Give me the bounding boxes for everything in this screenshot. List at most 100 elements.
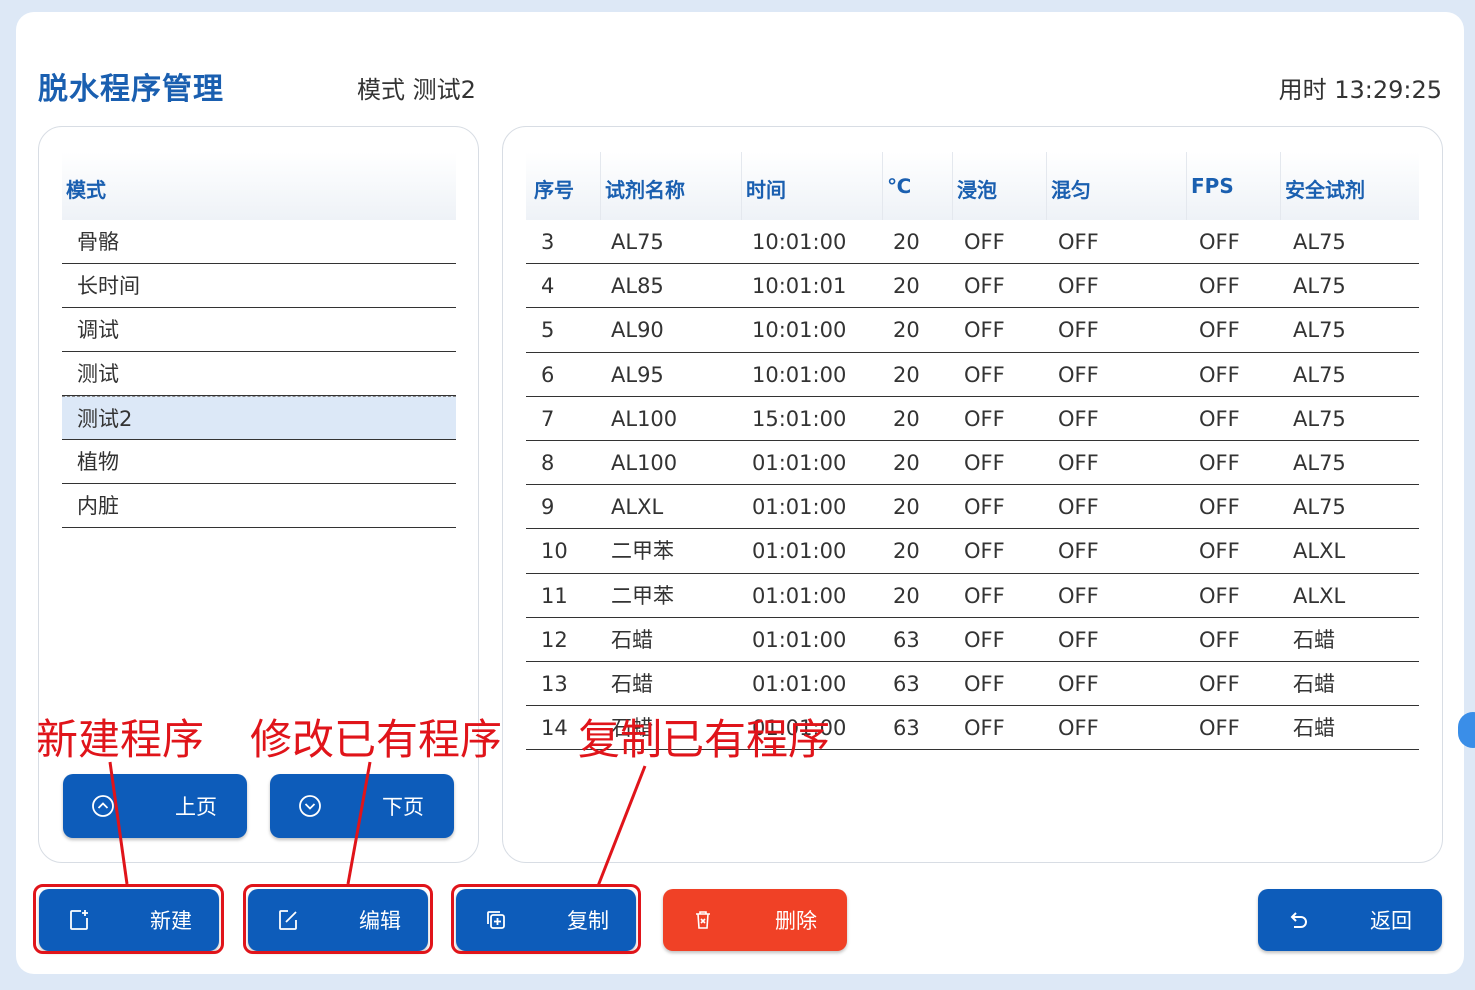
table-header-col-mix: 混匀	[1046, 152, 1186, 220]
annotation-text-edit: 修改已有程序	[250, 715, 503, 764]
table-row[interactable]: 5 AL90 10:01:00 20 OFF OFF OFF AL75	[526, 308, 1419, 353]
table-cell-col-reagent: 二甲苯	[611, 539, 674, 564]
table-cell-col-fps: OFF	[1199, 230, 1240, 254]
table-cell-col-seq: 8	[541, 450, 555, 475]
table-cell-col-seq: 10	[541, 539, 568, 564]
table-cell-col-soak: OFF	[964, 539, 1005, 564]
table-cell-col-fps: OFF	[1199, 450, 1240, 475]
mode-list-item[interactable]: 调试	[62, 308, 456, 352]
table-cell-col-mix: OFF	[1058, 362, 1099, 387]
mode-list-item[interactable]: 测试	[62, 352, 456, 396]
table-cell-col-seq: 3	[541, 230, 555, 254]
table-cell-col-seq: 11	[541, 583, 568, 608]
trash-icon	[696, 911, 710, 929]
back-button[interactable]: 返回	[1258, 889, 1442, 951]
table-cell-col-time: 10:01:01	[752, 274, 847, 299]
table-cell-col-safe-reagent: AL75	[1293, 362, 1346, 387]
table-header-col-safe-reagent: 安全试剂	[1280, 152, 1419, 220]
table-cell-col-fps: OFF	[1199, 495, 1240, 520]
table-cell-col-soak: OFF	[964, 406, 1005, 431]
table-cell-col-safe-reagent: 石蜡	[1293, 627, 1335, 652]
annotation-text-new: 新建程序	[36, 715, 205, 764]
table-cell-col-fps: OFF	[1199, 406, 1240, 431]
table-row[interactable]: 4 AL85 10:01:01 20 OFF OFF OFF AL75	[526, 264, 1419, 309]
table-cell-col-safe-reagent: ALXL	[1293, 539, 1346, 564]
annotation-box-new	[33, 884, 224, 954]
table-cell-col-mix: OFF	[1058, 318, 1099, 343]
table-cell-col-temp: 20	[893, 495, 920, 520]
table-cell-col-safe-reagent: 石蜡	[1293, 716, 1335, 741]
table-cell-col-soak: OFF	[964, 627, 1005, 652]
table-cell-col-temp: 20	[893, 230, 920, 254]
table-header-col-temp: ℃	[882, 152, 952, 220]
page-title: 脱水程序管理	[38, 72, 224, 107]
table-cell-col-seq: 13	[541, 671, 568, 696]
table-cell-col-reagent: AL75	[611, 230, 664, 254]
table-cell-col-reagent: 石蜡	[611, 627, 653, 652]
table-row[interactable]: 13 石蜡 01:01:00 63 OFF OFF OFF 石蜡	[526, 662, 1419, 707]
table-cell-col-seq: 7	[541, 406, 555, 431]
table-cell-col-safe-reagent: 石蜡	[1293, 671, 1335, 696]
table-cell-col-seq: 9	[541, 495, 555, 520]
program-table: 3 AL75 10:01:00 20 OFF OFF OFF AL75 4 AL85 10:01:0…	[526, 220, 1419, 751]
mode-list-header: 模式	[62, 152, 456, 220]
table-cell-col-seq: 6	[541, 362, 555, 387]
table-cell-col-safe-reagent: AL75	[1293, 274, 1346, 299]
table-cell-col-seq: 5	[541, 318, 555, 343]
table-cell-col-fps: OFF	[1199, 716, 1240, 741]
table-header: 序号 试剂名称 时间 ℃ 浸泡 混匀 FPS 安全试剂	[526, 152, 1419, 220]
table-row[interactable]: 11 二甲苯 01:01:00 20 OFF OFF OFF ALXL	[526, 574, 1419, 618]
table-cell-col-temp: 20	[893, 274, 920, 299]
table-cell-col-mix: OFF	[1058, 495, 1099, 520]
table-cell-col-safe-reagent: AL75	[1293, 318, 1346, 343]
table-cell-col-temp: 63	[893, 716, 920, 741]
table-row[interactable]: 7 AL100 15:01:00 20 OFF OFF OFF AL75	[526, 397, 1419, 441]
prev-page-label: 上页	[175, 795, 217, 819]
table-cell-col-time: 15:01:00	[752, 406, 847, 431]
annotation-box-edit	[243, 884, 433, 954]
mode-list-item[interactable]: 植物	[62, 440, 456, 484]
table-row[interactable]: 8 AL100 01:01:00 20 OFF OFF OFF AL75	[526, 441, 1419, 486]
undo-arrow-icon	[1290, 912, 1307, 928]
table-cell-col-fps: OFF	[1199, 362, 1240, 387]
table-row[interactable]: 10 二甲苯 01:01:00 20 OFF OFF OFF ALXL	[526, 529, 1419, 574]
table-cell-col-temp: 20	[893, 362, 920, 387]
mode-list-item[interactable]: 内脏	[62, 484, 456, 528]
side-drawer-handle[interactable]	[1458, 712, 1475, 748]
table-cell-col-mix: OFF	[1058, 230, 1099, 254]
table-cell-col-fps: OFF	[1199, 318, 1240, 343]
table-cell-col-time: 01:01:00	[752, 539, 847, 564]
prev-page-button[interactable]: 上页	[63, 774, 247, 838]
table-cell-col-time: 01:01:00	[752, 450, 847, 475]
table-cell-col-seq: 12	[541, 627, 568, 652]
table-cell-col-mix: OFF	[1058, 274, 1099, 299]
mode-list: 骨骼 长时间 调试 测试 测试2 植物 内脏	[62, 220, 456, 528]
mode-list-item[interactable]: 骨骼	[62, 220, 456, 264]
table-row[interactable]: 3 AL75 10:01:00 20 OFF OFF OFF AL75	[526, 220, 1419, 265]
delete-label: 删除	[775, 909, 817, 933]
table-cell-col-safe-reagent: AL75	[1293, 495, 1346, 520]
next-page-button[interactable]: 下页	[270, 774, 454, 838]
table-cell-col-reagent: AL100	[611, 406, 678, 431]
table-cell-col-soak: OFF	[964, 671, 1005, 696]
table-cell-col-mix: OFF	[1058, 406, 1099, 431]
table-cell-col-time: 01:01:00	[752, 495, 847, 520]
table-cell-col-time: 10:01:00	[752, 318, 847, 343]
mode-list-item[interactable]: 长时间	[62, 264, 456, 308]
mode-list-item-selected[interactable]: 测试2	[62, 396, 456, 440]
table-row[interactable]: 12 石蜡 01:01:00 63 OFF OFF OFF 石蜡	[526, 618, 1419, 662]
table-row[interactable]: 6 AL95 10:01:00 20 OFF OFF OFF AL75	[526, 353, 1419, 397]
table-cell-col-time: 01:01:00	[752, 671, 847, 696]
table-row[interactable]: 9 ALXL 01:01:00 20 OFF OFF OFF AL75	[526, 485, 1419, 530]
delete-button[interactable]: 删除	[663, 889, 847, 951]
table-cell-col-seq: 14	[541, 716, 568, 741]
table-cell-col-reagent: ALXL	[611, 495, 664, 520]
table-cell-col-time: 01:01:00	[752, 583, 847, 608]
table-cell-col-temp: 63	[893, 627, 920, 652]
annotation-text-copy: 复制已有程序	[578, 715, 831, 764]
table-cell-col-reagent: AL85	[611, 274, 664, 299]
back-label: 返回	[1370, 909, 1412, 933]
table-cell-col-fps: OFF	[1199, 539, 1240, 564]
table-cell-col-safe-reagent: ALXL	[1293, 583, 1346, 608]
table-cell-col-soak: OFF	[964, 274, 1005, 299]
